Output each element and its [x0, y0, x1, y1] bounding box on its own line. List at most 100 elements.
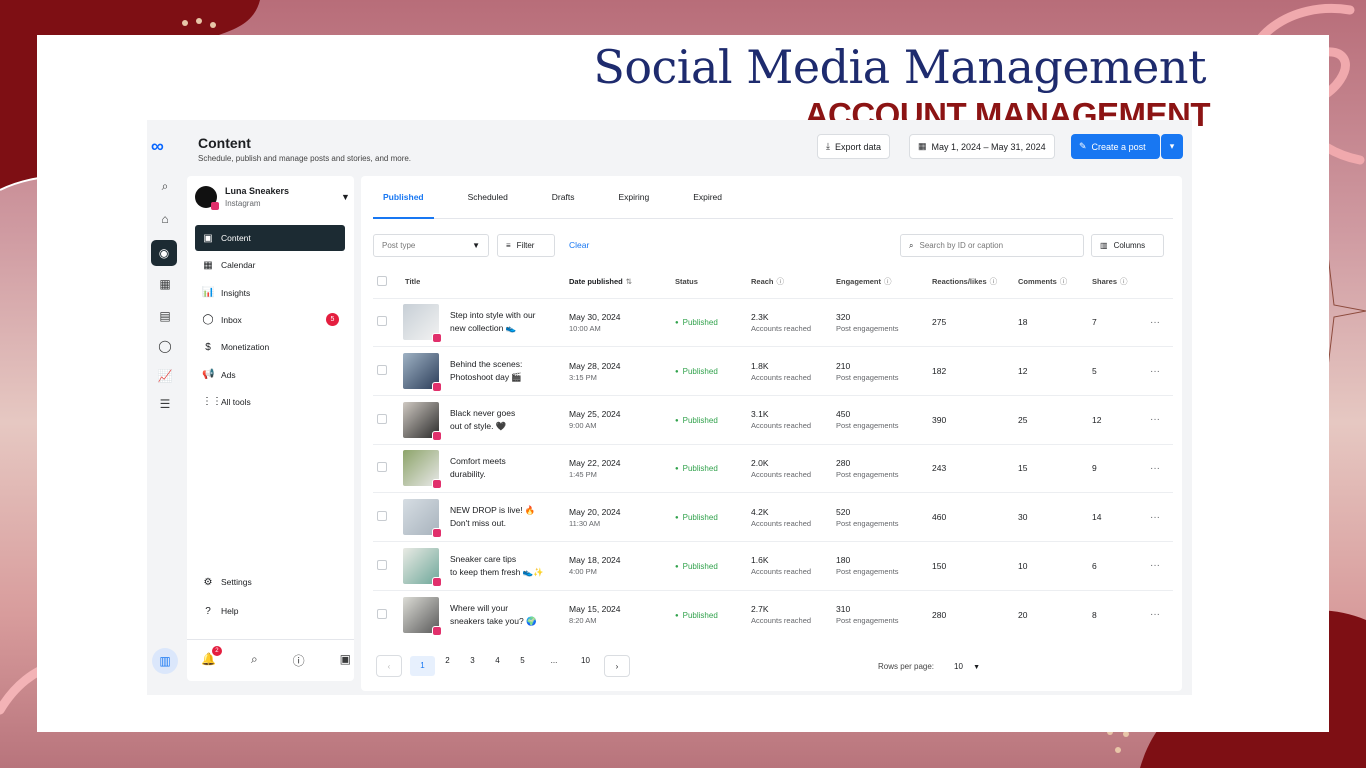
export-data-button[interactable]: ⤓ Export data	[817, 134, 891, 159]
tab-drafts[interactable]: Drafts	[542, 176, 585, 219]
avatar	[195, 186, 219, 210]
table-row[interactable]: Black never goes out of style. 🖤 May 25, …	[373, 394, 1173, 445]
table-row[interactable]: Sneaker care tips to keep them fresh 👟✨ M…	[373, 540, 1173, 591]
nav-item-monetization[interactable]: $ Monetization	[195, 334, 345, 360]
reach-value: 1.6K	[751, 555, 769, 566]
row-checkbox[interactable]	[377, 559, 387, 570]
filter-button[interactable]: ≡ Filter	[497, 234, 555, 257]
row-checkbox[interactable]	[377, 365, 387, 376]
page-button[interactable]: 5	[510, 656, 535, 676]
select-all-checkbox[interactable]	[377, 275, 387, 286]
col-date-published[interactable]: Date published	[569, 277, 623, 286]
table-row[interactable]: Behind the scenes: Photoshoot day 🎬 May 2…	[373, 346, 1173, 396]
post-thumbnail[interactable]	[403, 450, 442, 490]
post-date: May 20, 2024	[569, 506, 621, 517]
next-page-button[interactable]: ›	[604, 655, 630, 677]
info-icon[interactable]: ⓘ	[1120, 277, 1128, 286]
info-icon[interactable]: ⓘ	[884, 277, 892, 286]
more-options-icon[interactable]: ···	[1150, 560, 1160, 571]
tab-published[interactable]: Published	[373, 176, 434, 219]
create-post-button[interactable]: ✎ Create a post	[1071, 134, 1160, 159]
columns-button[interactable]: ▥ Columns	[1091, 234, 1164, 257]
post-title[interactable]: Sneaker care tips to keep them fresh 👟✨	[450, 553, 560, 579]
nav-item-settings[interactable]: ⚙ Settings	[195, 569, 345, 595]
post-thumbnail[interactable]	[403, 596, 442, 636]
insights-icon[interactable]: 📈	[155, 366, 175, 386]
panel-toggle-icon[interactable]: ▥	[152, 648, 178, 674]
reach-label: Accounts reached	[751, 616, 812, 626]
tab-expiring[interactable]: Expiring	[608, 176, 659, 219]
row-checkbox[interactable]	[377, 316, 387, 327]
nav-item-inbox[interactable]: ◯ Inbox 5	[195, 307, 345, 333]
page-button[interactable]: 4	[485, 656, 510, 676]
inbox-icon[interactable]: ◯	[155, 336, 175, 356]
post-title-line2: sneakers take you? 🌍	[450, 615, 537, 626]
tab-scheduled[interactable]: Scheduled	[458, 176, 518, 219]
notifications-icon[interactable]: 🔔 2	[201, 646, 222, 669]
post-title[interactable]: Where will your sneakers take you? 🌍	[450, 602, 560, 628]
home-icon[interactable]: ⌂	[155, 209, 175, 229]
table-row[interactable]: Where will your sneakers take you? 🌍 May …	[373, 589, 1173, 639]
create-post-dropdown[interactable]: ▾	[1161, 134, 1183, 159]
nav-item-ads[interactable]: 📢 Ads	[195, 362, 345, 388]
info-icon[interactable]: ⓘ	[990, 277, 998, 286]
page-button[interactable]: 3	[460, 656, 485, 676]
filter-label: Filter	[516, 241, 535, 250]
page-button[interactable]: 2	[435, 656, 460, 676]
post-type-select[interactable]: Post type ▼	[373, 234, 489, 257]
post-title[interactable]: Behind the scenes: Photoshoot day 🎬	[450, 358, 560, 384]
info-icon[interactable]: ⓘ	[1060, 277, 1068, 286]
more-options-icon[interactable]: ···	[1150, 609, 1160, 620]
account-switcher[interactable]: Luna Sneakers Instagram ▼	[195, 186, 350, 210]
post-title[interactable]: Step into style with our new collection 👟	[450, 309, 560, 335]
row-checkbox[interactable]	[377, 511, 387, 522]
calendar-icon[interactable]: ▦	[155, 274, 175, 294]
info-icon[interactable]: ⓘ	[777, 277, 785, 286]
engagement-value: 520	[836, 506, 851, 517]
post-thumbnail[interactable]	[403, 499, 442, 539]
rows-per-page-select[interactable]: 10 ▼	[954, 662, 980, 671]
menu-icon[interactable]: ☰	[155, 394, 175, 414]
nav-item-insights[interactable]: 📊 Insights	[195, 280, 345, 306]
post-thumbnail[interactable]	[403, 353, 442, 393]
more-options-icon[interactable]: ···	[1150, 463, 1160, 474]
clear-filters-link[interactable]: Clear	[569, 240, 589, 250]
table-row[interactable]: Comfort meets durability. May 22, 2024 1:4…	[373, 443, 1173, 493]
help-icon[interactable]: ⓘ	[293, 652, 305, 669]
post-title[interactable]: NEW DROP is live! 🔥 Don't miss out.	[450, 504, 560, 530]
date-range-picker[interactable]: ▦ May 1, 2024 – May 31, 2024	[909, 134, 1055, 159]
search-icon[interactable]: ⌕	[251, 652, 258, 669]
row-checkbox[interactable]	[377, 413, 387, 424]
nav-item-calendar[interactable]: ▦ Calendar	[195, 252, 345, 278]
nav-item-content[interactable]: ▣ Content	[195, 225, 345, 251]
row-checkbox[interactable]	[377, 608, 387, 619]
table-row[interactable]: Step into style with our new collection 👟…	[373, 297, 1173, 347]
row-checkbox[interactable]	[377, 462, 387, 473]
post-thumbnail[interactable]	[403, 304, 442, 344]
more-options-icon[interactable]: ···	[1150, 366, 1160, 377]
content-icon[interactable]: ◉	[151, 240, 177, 266]
search-input[interactable]: ⌕ Search by ID or caption	[900, 234, 1084, 257]
nav-label: Content	[221, 233, 251, 243]
table-row[interactable]: NEW DROP is live! 🔥 Don't miss out. May 2…	[373, 492, 1173, 542]
search-icon[interactable]: ⌕	[155, 176, 175, 196]
nav-item-all-tools[interactable]: ⋮⋮ All tools	[195, 389, 345, 415]
prev-page-button[interactable]: ‹	[376, 655, 402, 677]
nav-item-help[interactable]: ? Help	[195, 598, 345, 624]
layout-icon[interactable]: ▣	[340, 652, 351, 669]
reactions-value: 460	[932, 492, 1018, 542]
more-options-icon[interactable]: ···	[1150, 414, 1160, 425]
tab-expired[interactable]: Expired	[683, 176, 732, 219]
post-thumbnail[interactable]	[403, 547, 442, 587]
reach-label: Accounts reached	[751, 421, 812, 431]
more-options-icon[interactable]: ···	[1150, 512, 1160, 523]
post-title[interactable]: Black never goes out of style. 🖤	[450, 407, 560, 433]
post-thumbnail[interactable]	[403, 401, 442, 441]
ads-icon[interactable]: ▤	[155, 306, 175, 326]
post-title[interactable]: Comfort meets durability.	[450, 455, 560, 481]
sort-icon[interactable]: ⇅	[626, 277, 632, 286]
insights-icon: 📊	[202, 287, 215, 299]
page-button[interactable]: 10	[573, 656, 598, 676]
page-button[interactable]: 1	[410, 656, 435, 676]
more-options-icon[interactable]: ···	[1150, 317, 1160, 328]
